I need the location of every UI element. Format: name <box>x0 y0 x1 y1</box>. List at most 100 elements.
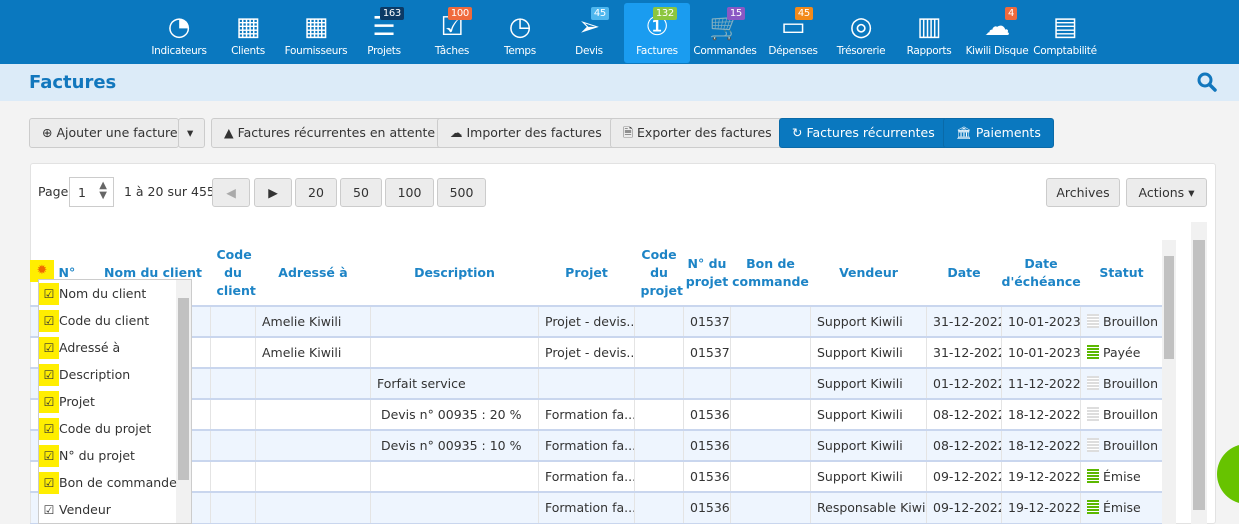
table-cell <box>210 305 256 338</box>
column-header[interactable]: Bon de commande <box>731 240 811 306</box>
column-header[interactable]: Date d'échéance <box>1002 240 1081 306</box>
status-bar-icon <box>1087 407 1099 421</box>
menu-scrollbar[interactable] <box>176 280 191 523</box>
help-chat-button[interactable] <box>1217 444 1239 504</box>
checkbox-checked-icon[interactable]: ☑ <box>39 472 59 494</box>
archives-button[interactable]: Archives <box>1046 178 1120 207</box>
nav-rapports[interactable]: ▥ Rapports <box>896 3 962 63</box>
table-scrollbar-thumb[interactable] <box>1164 256 1174 359</box>
pending-recurring-button[interactable]: ▲ Factures récurrentes en attente <box>211 118 449 148</box>
column-header[interactable]: Date <box>927 240 1002 306</box>
page-number-input[interactable]: 1 ▲ ▼ <box>69 177 114 207</box>
table-cell: 01536 <box>683 398 731 431</box>
nav-indicateurs[interactable]: ◔ Indicateurs <box>146 3 212 63</box>
page-size-500[interactable]: 500 <box>437 178 486 207</box>
column-toggle[interactable]: ☑ Code du client <box>39 310 149 332</box>
file-export-icon: 🗎 <box>623 125 638 140</box>
column-header[interactable]: Statut <box>1081 240 1163 306</box>
column-header[interactable]: Code du projet <box>635 240 684 306</box>
checkbox-checked-icon[interactable]: ☑ <box>39 337 59 359</box>
table-cell: 01-12-2022 <box>926 367 1002 400</box>
payments-button[interactable]: 🏛 Paiements <box>943 118 1054 148</box>
nav-dépenses[interactable]: ▭ 45 Dépenses <box>760 3 826 63</box>
add-invoice-button[interactable]: ⊕ Ajouter une facture <box>29 118 179 148</box>
column-header[interactable]: Vendeur <box>811 240 927 306</box>
table-scrollbar[interactable] <box>1162 240 1176 524</box>
prev-page-button[interactable]: ◀ <box>212 178 250 207</box>
import-invoices-button[interactable]: ☁ Importer des factures <box>437 118 615 148</box>
table-cell <box>634 367 684 400</box>
column-toggle[interactable]: ☑ Vendeur <box>39 499 111 521</box>
status-text: Brouillon <box>1103 438 1158 453</box>
nav-clients[interactable]: ▦ Clients <box>215 3 281 63</box>
top-navigation: ◔ Indicateurs ▦ Clients ▦ Fournisseurs ☰ 163 Pro… <box>0 0 1239 64</box>
nav-commandes[interactable]: 🛒 15 Commandes <box>692 3 758 63</box>
checkbox-checked-icon[interactable]: ☑ <box>39 445 59 467</box>
nav-temps[interactable]: ◷ Temps <box>487 3 553 63</box>
checkbox-checked-icon[interactable]: ☑ <box>39 310 59 332</box>
cloud-file-icon: ☁ 4 <box>981 7 1017 42</box>
add-invoice-dropdown[interactable]: ▾ <box>178 118 205 148</box>
table-cell <box>634 398 684 431</box>
recurring-invoices-button[interactable]: ↻ Factures récurrentes <box>779 118 948 148</box>
column-toggle[interactable]: ☑ Bon de commande <box>39 472 177 494</box>
status-bar-icon <box>1087 376 1099 390</box>
column-toggle[interactable]: ☑ Description <box>39 364 130 386</box>
page-size-50[interactable]: 50 <box>340 178 382 207</box>
nav-fournisseurs[interactable]: ▦ Fournisseurs <box>283 3 349 63</box>
table-row[interactable]: Formation fa... 01536 Responsable Kiwili 09… <box>30 491 1163 524</box>
nav-devis[interactable]: ➢ 45 Devis <box>556 3 622 63</box>
nav-kiwili-disque[interactable]: ☁ 4 Kiwili Disque <box>964 3 1030 63</box>
table-row[interactable]: Devis n° 00935 : 20 % Formation fa... 0153… <box>30 398 1163 431</box>
column-toggle[interactable]: ☑ N° du projet <box>39 445 135 467</box>
table-cell: Support Kiwili <box>810 429 927 462</box>
checkbox-checked-icon[interactable]: ☑ <box>39 364 59 386</box>
page-size-20[interactable]: 20 <box>295 178 337 207</box>
table-cell: Support Kiwili <box>810 398 927 431</box>
table-cell <box>210 491 256 524</box>
nav-factures[interactable]: ① 132 Factures <box>624 3 690 63</box>
actions-button[interactable]: Actions ▾ <box>1126 178 1207 207</box>
checkbox-checked-icon[interactable]: ☑ <box>39 418 59 440</box>
column-toggle[interactable]: ☑ Code du projet <box>39 418 151 440</box>
checkbox-checked-icon[interactable]: ☑ <box>39 283 59 305</box>
column-toggle[interactable]: ☑ Projet <box>39 391 95 413</box>
column-toggle[interactable]: ☑ Adressé à <box>39 337 120 359</box>
spinner-icon[interactable]: ▲ ▼ <box>99 181 107 201</box>
column-header[interactable]: Adressé à <box>256 240 371 306</box>
table-row[interactable]: Forfait service Support Kiwili 01-12-2022 1… <box>30 367 1163 400</box>
table-row[interactable]: Amelie Kiwili Projet - devis... 01537 Suppo… <box>30 305 1163 338</box>
column-header[interactable]: Description <box>371 240 539 306</box>
credit-card-icon: ▭ 45 <box>777 7 813 42</box>
column-toggle[interactable]: ☑ Nom du client <box>39 283 146 305</box>
arrow-right-circle-icon: ▶ <box>268 185 278 200</box>
menu-scrollbar-thumb[interactable] <box>178 298 189 480</box>
table-row[interactable]: Formation fa... 01536 Support Kiwili 09-12-… <box>30 460 1163 493</box>
building-money-icon: ▦ <box>235 12 261 42</box>
column-header[interactable]: Projet <box>539 240 635 306</box>
column-header[interactable]: N° du projet <box>684 240 731 306</box>
table-row[interactable]: Devis n° 00935 : 10 % Formation fa... 0153… <box>30 429 1163 462</box>
next-page-button[interactable]: ▶ <box>254 178 292 207</box>
table-cell: Émise <box>1080 460 1163 493</box>
status-bar-icon <box>1087 438 1099 452</box>
nav-projets[interactable]: ☰ 163 Projets <box>351 3 417 63</box>
nav-trésorerie[interactable]: ◎ Trésorerie <box>828 3 894 63</box>
page-size-100[interactable]: 100 <box>385 178 434 207</box>
page-scrollbar[interactable] <box>1191 222 1207 524</box>
status-text: Payée <box>1103 345 1141 360</box>
nav-tâches[interactable]: ☑ 100 Tâches <box>419 3 485 63</box>
status-bar-icon <box>1087 314 1099 328</box>
page-scrollbar-thumb[interactable] <box>1193 240 1205 510</box>
export-invoices-button[interactable]: 🗎 Exporter des factures <box>610 118 785 148</box>
table-row[interactable]: Amelie Kiwili Projet - devis... 01537 Suppo… <box>30 336 1163 369</box>
column-header[interactable]: Code du client <box>211 240 256 306</box>
checkbox-checked-icon[interactable]: ☑ <box>39 499 59 521</box>
table-cell <box>255 367 371 400</box>
nav-comptabilité[interactable]: ▤ Comptabilité <box>1032 3 1098 63</box>
search-icon[interactable] <box>1197 72 1217 92</box>
banknote-icon: ① 132 <box>641 7 677 42</box>
checkbox-checked-icon[interactable]: ☑ <box>39 391 59 413</box>
table-cell: Formation fa... <box>538 429 635 462</box>
table-cell: Formation fa... <box>538 460 635 493</box>
